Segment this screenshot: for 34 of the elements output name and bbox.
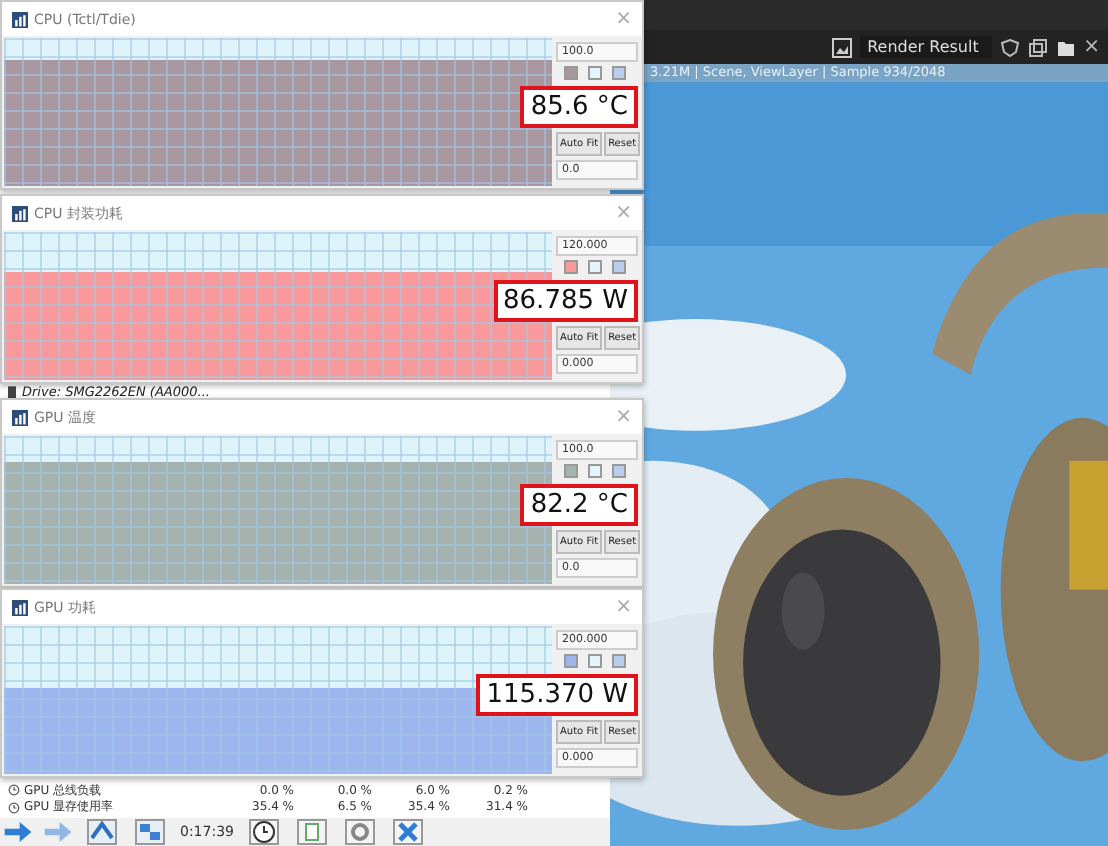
current-reading: 85.6 °C bbox=[520, 85, 638, 127]
color-swatch-icon[interactable] bbox=[588, 464, 602, 479]
arrow-icon[interactable] bbox=[4, 822, 32, 842]
clock-icon[interactable] bbox=[246, 818, 282, 846]
arrow-icon[interactable] bbox=[44, 822, 72, 842]
color-swatch-icon[interactable] bbox=[564, 464, 578, 479]
color-swatch-icon[interactable] bbox=[612, 66, 626, 81]
color-swatch-icon[interactable] bbox=[612, 260, 626, 275]
clock-icon bbox=[8, 801, 20, 814]
copy-icon[interactable] bbox=[1027, 37, 1048, 57]
current-reading: 82.2 °C bbox=[520, 483, 638, 525]
current-reading: 115.370 W bbox=[476, 673, 638, 715]
clock-icon bbox=[8, 784, 20, 797]
app-icon bbox=[12, 409, 28, 425]
app-icon bbox=[12, 205, 28, 221]
app-icon bbox=[12, 11, 28, 27]
document-icon[interactable] bbox=[294, 818, 330, 846]
color-swatch-icon[interactable] bbox=[588, 260, 602, 275]
color-swatch-icon[interactable] bbox=[564, 260, 578, 275]
close-icon[interactable]: × bbox=[1083, 37, 1100, 57]
folder-icon[interactable] bbox=[1055, 37, 1076, 57]
color-swatch-icon[interactable] bbox=[564, 66, 578, 81]
image-name-field[interactable]: Render Result bbox=[859, 36, 992, 58]
color-swatch-icon[interactable] bbox=[612, 654, 626, 669]
close-icon[interactable] bbox=[390, 818, 426, 846]
app-icon bbox=[12, 599, 28, 615]
color-swatch-icon[interactable] bbox=[588, 66, 602, 81]
color-swatch-icon[interactable] bbox=[612, 464, 626, 479]
drive-icon bbox=[8, 385, 16, 399]
color-swatch-icon[interactable] bbox=[564, 654, 578, 669]
color-swatch-icon[interactable] bbox=[588, 654, 602, 669]
shield-icon[interactable] bbox=[999, 37, 1020, 57]
current-reading: 86.785 W bbox=[493, 279, 638, 321]
image-icon[interactable] bbox=[831, 37, 852, 57]
